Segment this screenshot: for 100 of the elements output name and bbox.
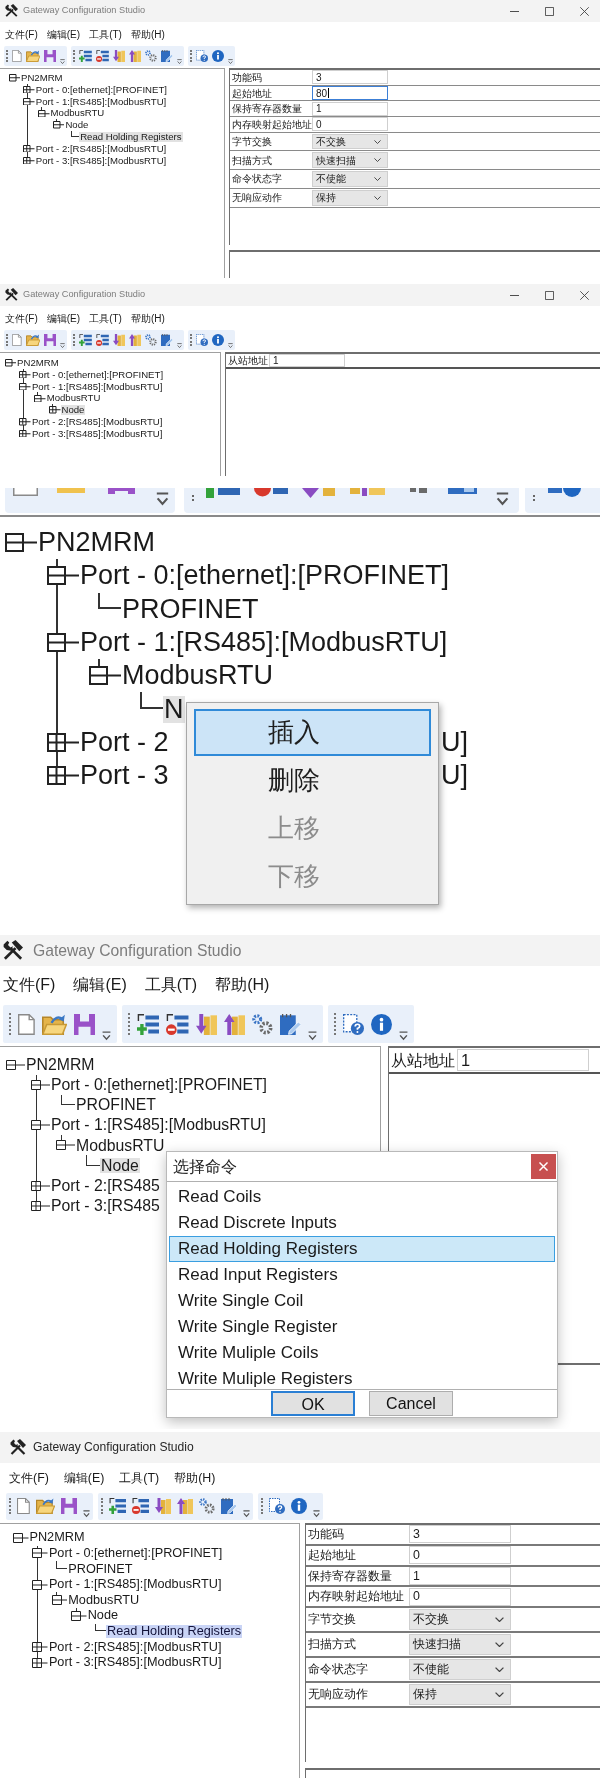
toolbar-icon[interactable] <box>548 488 581 497</box>
tree-item[interactable]: Port - 1:[RS485]:[ModbusRTU] <box>79 629 449 657</box>
open-folder-icon[interactable] <box>25 50 40 62</box>
minus-box-icon[interactable] <box>32 1548 48 1559</box>
overflow-arrow-icon[interactable] <box>60 342 65 348</box>
plus-box-icon[interactable] <box>47 732 79 752</box>
down-arrow-icon[interactable] <box>112 50 125 62</box>
remove-row-icon[interactable] <box>166 1013 189 1035</box>
tree-item[interactable]: PN2MRM <box>25 1057 96 1073</box>
overflow-arrow-icon[interactable] <box>398 1031 408 1041</box>
overflow-arrow-icon[interactable] <box>176 58 182 64</box>
tree-item[interactable]: Port - 0:[ethernet]:[PROFINET] <box>79 562 451 590</box>
minus-box-icon[interactable] <box>6 1060 25 1071</box>
input-field[interactable]: 3 <box>312 70 388 85</box>
overflow-arrow-icon[interactable] <box>227 58 233 64</box>
tree-item[interactable]: ModbusRTU <box>121 662 275 690</box>
tree-item[interactable]: Port - 1:[RS485]:[ModbusRTU] <box>47 1578 223 1591</box>
menu-item[interactable]: 帮助(H) <box>130 26 165 42</box>
menu-item[interactable]: 文件(F) <box>5 310 38 326</box>
minus-box-icon[interactable] <box>89 666 121 686</box>
input-field[interactable]: 3 <box>409 1525 511 1544</box>
plus-box-icon[interactable] <box>49 406 61 414</box>
menu-item[interactable]: 帮助(H) <box>215 973 270 997</box>
tree-item[interactable]: Node <box>64 120 90 130</box>
list-box[interactable]: Read Coils Read Discrete Inputs Read Holding Registers Read Input Registers Write Single Coil Write Single Register Write Muliple Coils Write Muliple Registers <box>167 1181 557 1390</box>
tree-item[interactable]: Port - 3:[RS485]:[ModbusRTU] <box>34 155 168 166</box>
dropdown[interactable]: 不交换 <box>409 1609 511 1631</box>
tree-item[interactable]: ModbusRTU <box>49 108 106 119</box>
tree-item[interactable]: Port - 3:[RS485 <box>50 1197 161 1214</box>
up-arrow-icon[interactable] <box>223 1013 245 1035</box>
menu-item[interactable]: 编辑(E) <box>63 1468 105 1488</box>
menu-item[interactable]: 删除 <box>194 757 431 804</box>
down-arrow-icon[interactable] <box>112 334 125 346</box>
plus-box-icon[interactable] <box>23 144 35 153</box>
input-field[interactable]: 80 <box>312 86 388 101</box>
tree-item[interactable]: Node <box>60 405 86 415</box>
overflow-arrow-icon[interactable] <box>227 342 233 348</box>
dialog-button[interactable]: OK <box>271 1391 355 1416</box>
dialog-button[interactable]: Cancel <box>369 1391 453 1416</box>
help-icon[interactable] <box>195 334 208 346</box>
tree-item[interactable]: Node <box>86 1609 120 1623</box>
overflow-arrow-icon[interactable] <box>176 342 182 348</box>
new-file-icon[interactable] <box>12 334 22 346</box>
menu-item[interactable]: 文件(F) <box>5 26 38 42</box>
add-row-icon[interactable] <box>79 334 92 346</box>
gears-icon[interactable] <box>144 334 157 346</box>
plus-box-icon[interactable] <box>23 156 35 165</box>
save-icon[interactable] <box>44 50 56 62</box>
list-item[interactable]: Read Coils <box>169 1184 555 1210</box>
tree-item[interactable]: PN2MRM <box>28 1531 86 1545</box>
dropdown[interactable]: 不使能 <box>409 1659 511 1681</box>
minimize-icon[interactable] <box>510 294 519 296</box>
input-field[interactable]: 0 <box>409 1546 511 1565</box>
menu-item[interactable]: 文件(F) <box>3 973 56 997</box>
tree-item[interactable]: Port - 0:[ethernet]:[PROFINET] <box>30 369 165 380</box>
minus-box-icon[interactable] <box>47 633 79 653</box>
menu-item[interactable]: 文件(F) <box>9 1468 49 1488</box>
gears-icon[interactable] <box>199 1498 216 1514</box>
overflow-arrow-icon[interactable] <box>102 1031 111 1041</box>
tree-item[interactable]: Port - 2:[RS485]:[ModbusRTU] <box>47 1640 223 1654</box>
plus-box-icon[interactable] <box>47 766 79 786</box>
new-file-icon[interactable] <box>18 1013 35 1035</box>
tree-item[interactable]: ModbusRTU <box>67 1593 141 1607</box>
notepad-icon[interactable] <box>279 1013 301 1035</box>
help-icon[interactable] <box>195 50 208 62</box>
minus-box-icon[interactable] <box>38 109 50 118</box>
info-icon[interactable] <box>211 334 224 346</box>
tree-item[interactable]: Port - 1:[RS485]:[ModbusRTU] <box>30 381 164 392</box>
info-icon[interactable] <box>291 1498 308 1514</box>
toolbar-icon[interactable] <box>302 488 335 498</box>
notepad-icon[interactable] <box>160 50 173 62</box>
overflow-arrow-icon[interactable] <box>307 1031 317 1041</box>
notepad-icon[interactable] <box>221 1498 238 1514</box>
gears-icon[interactable] <box>251 1013 273 1035</box>
input-field[interactable]: 1 <box>457 1049 589 1071</box>
minus-box-icon[interactable] <box>32 1579 48 1590</box>
list-item[interactable]: Write Muliple Registers <box>169 1366 555 1392</box>
minus-box-icon[interactable] <box>13 1532 29 1543</box>
open-folder-icon[interactable] <box>25 334 40 346</box>
remove-row-icon[interactable] <box>95 334 109 346</box>
add-row-icon[interactable] <box>79 50 92 62</box>
minus-box-icon[interactable] <box>8 74 20 82</box>
tree-item[interactable]: PN2MRM <box>37 529 156 557</box>
menu-item[interactable]: 编辑(E) <box>73 973 127 997</box>
tree-item[interactable]: Port - 0:[ethernet]:[PROFINET] <box>50 1077 268 1094</box>
info-icon[interactable] <box>211 50 224 62</box>
notepad-icon[interactable] <box>160 334 173 346</box>
menu-item[interactable]: 工具(T) <box>144 973 198 997</box>
open-folder-icon[interactable] <box>35 1498 55 1514</box>
add-row-icon[interactable] <box>137 1013 160 1035</box>
up-arrow-icon[interactable] <box>128 50 141 62</box>
tree-item[interactable]: PN2MRM <box>20 73 64 83</box>
overflow-arrow-icon[interactable] <box>156 492 169 507</box>
minus-box-icon[interactable] <box>19 382 31 391</box>
menu-item[interactable]: 工具(T) <box>119 1468 160 1488</box>
menu-item[interactable]: 工具(T) <box>89 310 122 326</box>
menu-item[interactable]: 帮助(H) <box>174 1468 216 1488</box>
tree-item[interactable]: Port - 3:[RS485]:[ModbusRTU] <box>30 428 164 439</box>
minus-box-icon[interactable] <box>34 394 46 403</box>
plus-box-icon[interactable] <box>23 85 35 94</box>
